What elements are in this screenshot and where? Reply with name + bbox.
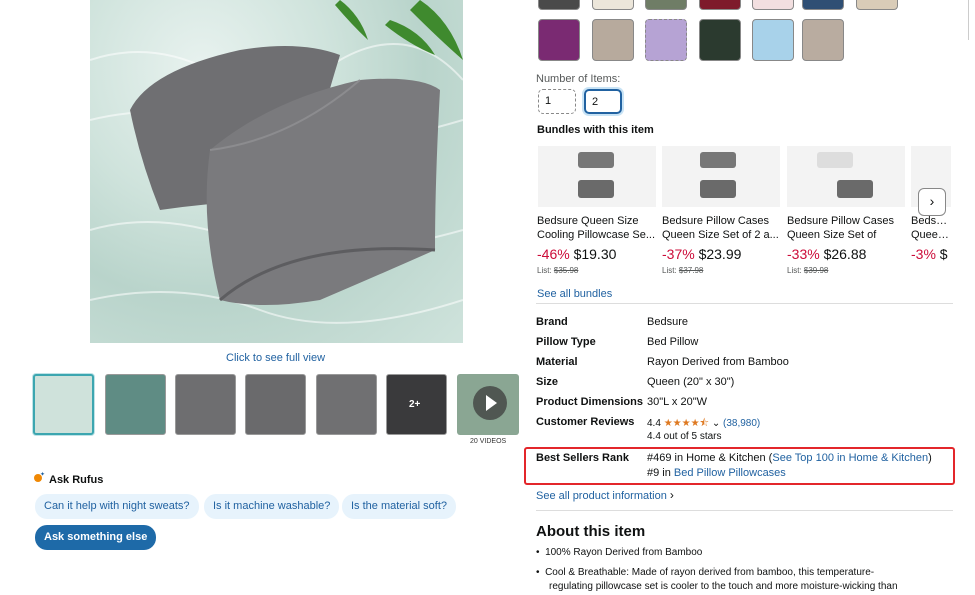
best-sellers-rank-2: #9 in: [647, 467, 674, 479]
quantity-option-2[interactable]: 2: [584, 89, 622, 114]
bundles-title: Bundles with this item: [537, 124, 654, 136]
more-images-badge: 2+: [409, 399, 421, 410]
swatch-taupe[interactable]: [592, 19, 634, 61]
bundle-4-title-line1[interactable]: Bedsure: [911, 214, 951, 228]
see-all-product-info-link[interactable]: See all product information: [536, 490, 667, 502]
material-label: Material: [536, 356, 578, 368]
brand-value: Bedsure: [647, 316, 688, 328]
best-sellers-label: Best Sellers Rank: [536, 452, 629, 464]
dimensions-value: 30"L x 20"W: [647, 396, 707, 408]
bundle-2-list-label: List:: [662, 266, 677, 275]
bundle-4-title-line2[interactable]: Queen S: [911, 228, 951, 242]
thumbnail-6[interactable]: 2+: [386, 374, 447, 435]
bundle-1-title-line2[interactable]: Cooling Pillowcase Se...: [537, 228, 655, 242]
swatch-beige[interactable]: [856, 0, 898, 10]
about-bullet-2-cont: regulating pillowcase set is cooler to t…: [549, 581, 898, 592]
rating-value: 4.4: [647, 418, 661, 429]
bundle-3-list-price: $39.98: [803, 266, 829, 275]
rating-out-of: 4.4 out of 5 stars: [647, 431, 722, 442]
size-label: Size: [536, 376, 559, 388]
scroll-edge: [968, 0, 969, 40]
ask-something-else-button[interactable]: Ask something else: [35, 525, 157, 550]
dimensions-label: Product Dimensions: [536, 396, 643, 408]
pillow-type-label: Pillow Type: [536, 336, 596, 348]
bundle-image-3[interactable]: [787, 146, 905, 207]
reviews-label: Customer Reviews: [536, 416, 635, 428]
bundle-1-title-line1[interactable]: Bedsure Queen Size: [537, 214, 655, 228]
thumbnail-2[interactable]: [105, 374, 166, 435]
rufus-question-1[interactable]: Can it help with night sweats?: [35, 494, 199, 519]
swatch-forest[interactable]: [699, 19, 741, 61]
thumbnail-4[interactable]: [245, 374, 306, 435]
bundle-image-1[interactable]: [538, 146, 656, 207]
bundle-4-discount: -3%: [911, 246, 936, 262]
bundle-1-list-label: List:: [537, 266, 552, 275]
click-full-view-link[interactable]: Click to see full view: [226, 352, 325, 364]
divider-2: [536, 510, 953, 511]
star-rating-icon[interactable]: ★★★★⯪: [664, 418, 709, 429]
bundle-1-discount: -46%: [537, 246, 570, 262]
swatch-pink[interactable]: [752, 0, 794, 10]
rufus-title: Ask Rufus: [49, 474, 104, 486]
swatch-gray-dark[interactable]: [538, 0, 580, 10]
bundle-image-2[interactable]: [662, 146, 780, 207]
chevron-right-small-icon[interactable]: ›: [670, 488, 674, 502]
bundle-1-list-price: $35.98: [553, 266, 579, 275]
bundle-4-price: $: [939, 246, 948, 262]
main-product-image[interactable]: [90, 0, 463, 343]
thumbnail-5[interactable]: [316, 374, 377, 435]
bundle-3-title-line2[interactable]: Queen Size Set of: [787, 228, 905, 242]
play-icon: [473, 386, 507, 420]
bundle-2-title-line1[interactable]: Bedsure Pillow Cases: [662, 214, 780, 228]
bundle-1-price: $19.30: [573, 246, 617, 262]
bundle-3-title-line1[interactable]: Bedsure Pillow Cases: [787, 214, 905, 228]
chevron-down-icon[interactable]: ⌄: [712, 418, 720, 429]
bundle-3-list-label: List:: [787, 266, 802, 275]
bundle-3-discount: -33%: [787, 246, 820, 262]
quantity-option-1[interactable]: 1: [538, 89, 576, 114]
thumbnail-3[interactable]: [175, 374, 236, 435]
swatch-burgundy[interactable]: [699, 0, 741, 10]
video-thumbnail[interactable]: [457, 374, 519, 435]
divider: [536, 303, 953, 304]
chevron-right-icon[interactable]: ›: [918, 188, 946, 216]
swatch-stone[interactable]: [802, 19, 844, 61]
swatch-light-blue[interactable]: [752, 19, 794, 61]
rufus-question-2[interactable]: Is it machine washable?: [204, 494, 340, 519]
number-of-items-label: Number of Items:: [536, 73, 621, 85]
brand-label: Brand: [536, 316, 568, 328]
swatch-sage[interactable]: [645, 0, 687, 10]
about-bullet-1: • 100% Rayon Derived from Bamboo: [536, 547, 703, 558]
best-sellers-rank-1: #469 in Home & Kitchen (: [647, 452, 773, 464]
size-value: Queen (20" x 30"): [647, 376, 735, 388]
top-100-link[interactable]: See Top 100 in Home & Kitchen: [772, 452, 928, 464]
video-count: 20 VIDEOS: [470, 438, 507, 445]
bed-pillow-pillowcases-link[interactable]: Bed Pillow Pillowcases: [674, 467, 786, 479]
bundle-2-discount: -37%: [662, 246, 695, 262]
thumbnail-1[interactable]: [33, 374, 94, 435]
about-bullet-2: • Cool & Breathable: Made of rayon deriv…: [536, 567, 875, 578]
rank1-close-paren: ): [928, 452, 932, 464]
review-count-link[interactable]: (38,980): [723, 418, 760, 429]
material-value: Rayon Derived from Bamboo: [647, 356, 789, 368]
swatch-ivory[interactable]: [592, 0, 634, 10]
bundle-2-title-line2[interactable]: Queen Size Set of 2 a...: [662, 228, 780, 242]
swatch-navy[interactable]: [802, 0, 844, 10]
swatch-purple[interactable]: [538, 19, 580, 61]
swatch-lavender[interactable]: [645, 19, 687, 61]
bundle-2-list-price: $37.98: [678, 266, 704, 275]
bundle-3-price: $26.88: [823, 246, 867, 262]
rufus-question-3[interactable]: Is the material soft?: [342, 494, 456, 519]
bundle-2-price: $23.99: [698, 246, 742, 262]
see-all-bundles-link[interactable]: See all bundles: [537, 288, 612, 300]
about-title: About this item: [536, 523, 646, 540]
pillow-type-value: Bed Pillow: [647, 336, 699, 348]
